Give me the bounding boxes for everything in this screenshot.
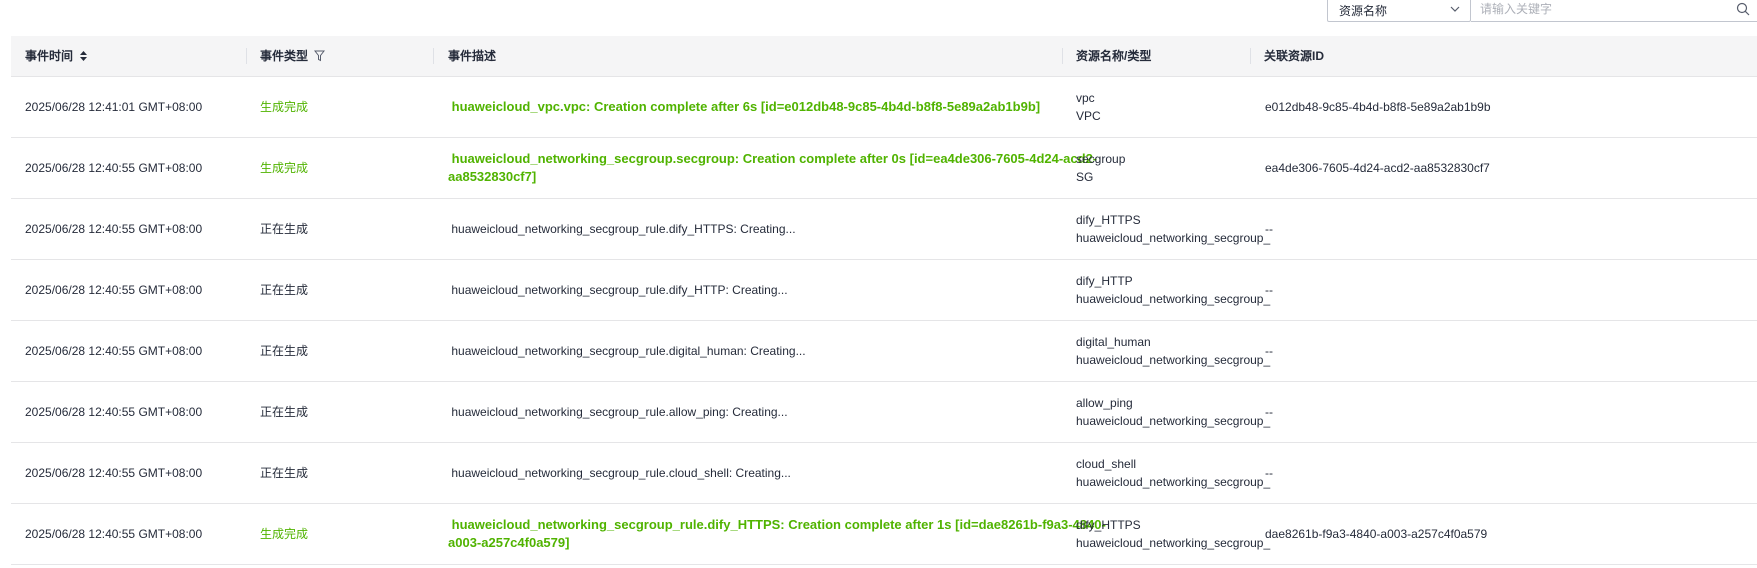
column-divider (246, 48, 247, 64)
table-row: 2025/06/28 12:40:55 GMT+08:00 生成完成 huawe… (11, 504, 1757, 565)
event-description: huaweicloud_networking_secgroup_rule.all… (448, 405, 788, 419)
event-time: 2025/06/28 12:40:55 GMT+08:00 (25, 527, 203, 541)
resource-name: dify_HTTP (1076, 274, 1133, 288)
resource-cell: digital_human huaweicloud_networking_sec… (1076, 321, 1276, 381)
event-type-status: 生成完成 (260, 527, 309, 541)
table-body: 2025/06/28 12:41:01 GMT+08:00 生成完成 huawe… (11, 77, 1757, 565)
event-time: 2025/06/28 12:40:55 GMT+08:00 (25, 283, 203, 297)
events-table: 事件时间 事件类型 事件描述 资源名称/类型 关联资源ID 2025/06/28… (11, 36, 1757, 565)
table-row: 2025/06/28 12:40:55 GMT+08:00 正在生成 huawe… (11, 443, 1757, 504)
event-description: huaweicloud_networking_secgroup_rule.clo… (448, 466, 791, 480)
header-desc: 事件描述 (448, 49, 497, 63)
event-type-status: 生成完成 (260, 161, 309, 175)
event-time: 2025/06/28 12:40:55 GMT+08:00 (25, 344, 203, 358)
related-resource-id: -- (1265, 222, 1273, 236)
event-description: huaweicloud_networking_secgroup_rule.dif… (448, 283, 788, 297)
resource-field-select[interactable]: 资源名称 (1327, 0, 1471, 22)
resource-name: dify_HTTPS (1076, 518, 1141, 532)
header-resource: 资源名称/类型 (1076, 49, 1152, 63)
header-type: 事件类型 (260, 36, 326, 76)
header-time[interactable]: 事件时间 (25, 36, 88, 76)
sort-icon[interactable] (79, 50, 88, 62)
search-input[interactable] (1480, 1, 1720, 17)
resource-type: VPC (1076, 109, 1101, 123)
table-row: 2025/06/28 12:40:55 GMT+08:00 正在生成 huawe… (11, 260, 1757, 321)
resource-type: huaweicloud_networking_secgroup_ (1076, 292, 1271, 306)
table-header: 事件时间 事件类型 事件描述 资源名称/类型 关联资源ID (11, 36, 1757, 77)
event-description: huaweicloud_networking_secgroup_rule.dif… (448, 517, 1106, 550)
event-type-status: 正在生成 (260, 405, 309, 419)
related-resource-id: -- (1265, 405, 1273, 419)
resource-name: cloud_shell (1076, 457, 1137, 471)
event-description: huaweicloud_networking_secgroup_rule.dig… (448, 344, 806, 358)
filter-icon[interactable] (314, 50, 326, 62)
header-time-label: 事件时间 (25, 49, 74, 63)
select-value: 资源名称 (1339, 4, 1388, 18)
table-row: 2025/06/28 12:40:55 GMT+08:00 正在生成 huawe… (11, 321, 1757, 382)
resource-name: dify_HTTPS (1076, 213, 1141, 227)
resource-cell: dify_HTTPS huaweicloud_networking_secgro… (1076, 199, 1276, 259)
table-row: 2025/06/28 12:40:55 GMT+08:00 正在生成 huawe… (11, 382, 1757, 443)
resource-name: allow_ping (1076, 396, 1133, 410)
event-type-status: 正在生成 (260, 222, 309, 236)
event-time: 2025/06/28 12:40:55 GMT+08:00 (25, 405, 203, 419)
related-resource-id: -- (1265, 344, 1273, 358)
resource-cell: secgroup SG (1076, 138, 1276, 198)
resource-name: digital_human (1076, 335, 1151, 349)
filter-bar: 资源名称 (0, 0, 1757, 22)
search-icon[interactable] (1736, 2, 1750, 16)
resource-type: huaweicloud_networking_secgroup_ (1076, 536, 1271, 550)
resource-type: huaweicloud_networking_secgroup_ (1076, 353, 1271, 367)
event-description: huaweicloud_networking_secgroup.secgroup… (448, 151, 1098, 184)
resource-name: vpc (1076, 91, 1095, 105)
event-time: 2025/06/28 12:40:55 GMT+08:00 (25, 161, 203, 175)
event-type-status: 正在生成 (260, 344, 309, 358)
related-resource-id: -- (1265, 283, 1273, 297)
resource-cell: vpc VPC (1076, 77, 1276, 137)
event-description: huaweicloud_networking_secgroup_rule.dif… (448, 222, 796, 236)
related-resource-id: e012db48-9c85-4b4d-b8f8-5e89a2ab1b9b (1265, 100, 1491, 114)
table-row: 2025/06/28 12:40:55 GMT+08:00 正在生成 huawe… (11, 199, 1757, 260)
resource-type: huaweicloud_networking_secgroup_ (1076, 475, 1271, 489)
column-divider (433, 48, 434, 64)
header-type-label: 事件类型 (260, 49, 309, 63)
column-divider (1062, 48, 1063, 64)
resource-name: secgroup (1076, 152, 1126, 166)
related-resource-id: -- (1265, 466, 1273, 480)
column-divider (1250, 48, 1251, 64)
resource-type: huaweicloud_networking_secgroup_ (1076, 231, 1271, 245)
resource-cell: dify_HTTP huaweicloud_networking_secgrou… (1076, 260, 1276, 320)
related-resource-id: ea4de306-7605-4d24-acd2-aa8532830cf7 (1265, 161, 1490, 175)
header-related-id: 关联资源ID (1264, 49, 1325, 63)
resource-type: huaweicloud_networking_secgroup_ (1076, 414, 1271, 428)
chevron-down-icon (1450, 6, 1460, 12)
resource-cell: dify_HTTPS huaweicloud_networking_secgro… (1076, 504, 1276, 564)
event-type-status: 正在生成 (260, 283, 309, 297)
table-row: 2025/06/28 12:40:55 GMT+08:00 生成完成 huawe… (11, 138, 1757, 199)
event-type-status: 正在生成 (260, 466, 309, 480)
resource-cell: allow_ping huaweicloud_networking_secgro… (1076, 382, 1276, 442)
event-time: 2025/06/28 12:40:55 GMT+08:00 (25, 466, 203, 480)
event-description: huaweicloud_vpc.vpc: Creation complete a… (448, 99, 1041, 114)
event-type-status: 生成完成 (260, 100, 309, 114)
event-time: 2025/06/28 12:40:55 GMT+08:00 (25, 222, 203, 236)
resource-type: SG (1076, 170, 1094, 184)
resource-cell: cloud_shell huaweicloud_networking_secgr… (1076, 443, 1276, 503)
search-box (1471, 0, 1757, 22)
table-row: 2025/06/28 12:41:01 GMT+08:00 生成完成 huawe… (11, 77, 1757, 138)
event-time: 2025/06/28 12:41:01 GMT+08:00 (25, 100, 203, 114)
related-resource-id: dae8261b-f9a3-4840-a003-a257c4f0a579 (1265, 527, 1488, 541)
